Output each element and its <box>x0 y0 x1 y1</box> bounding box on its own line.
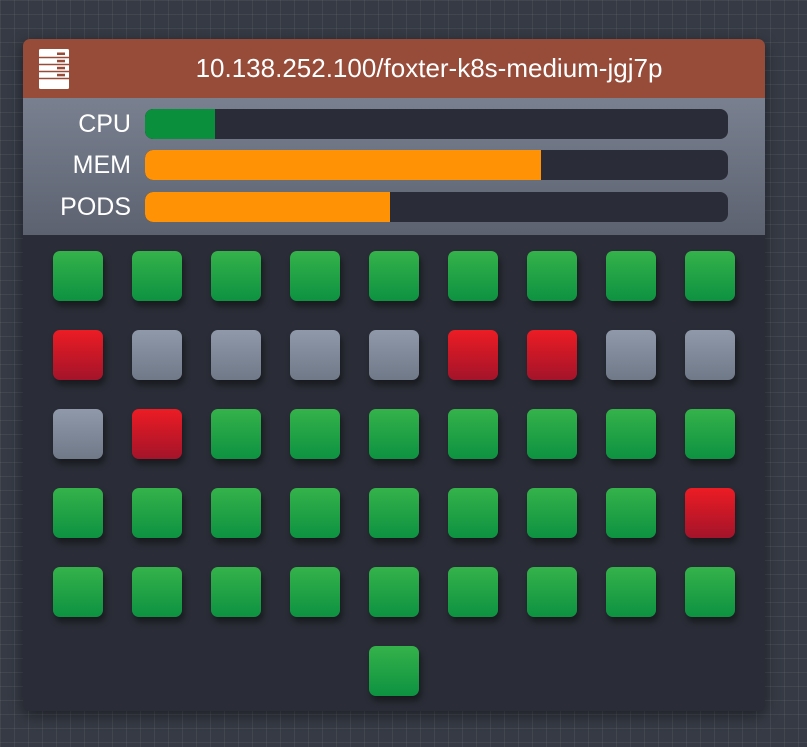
pod-ok[interactable] <box>211 251 261 301</box>
metric-fill-pods <box>145 192 390 222</box>
node-header: 10.138.252.100/foxter-k8s-medium-jgj7p <box>23 39 765 98</box>
pod-ok[interactable] <box>132 567 182 617</box>
pod-ok[interactable] <box>290 488 340 538</box>
pods-grid <box>23 235 765 711</box>
metric-fill-mem <box>145 150 542 180</box>
pod-idle[interactable] <box>53 409 103 459</box>
pod-ok[interactable] <box>53 251 103 301</box>
pod-ok[interactable] <box>290 409 340 459</box>
pod-ok[interactable] <box>606 251 656 301</box>
pod-idle[interactable] <box>369 330 419 380</box>
pod-ok[interactable] <box>53 567 103 617</box>
pod-idle[interactable] <box>132 330 182 380</box>
node-title: 10.138.252.100/foxter-k8s-medium-jgj7p <box>195 53 663 83</box>
pod-ok[interactable] <box>527 251 577 301</box>
pod-idle[interactable] <box>290 330 340 380</box>
metric-row-cpu: CPU <box>23 109 765 139</box>
server-icon <box>39 49 69 89</box>
pod-idle[interactable] <box>685 330 735 380</box>
pod-ok[interactable] <box>606 488 656 538</box>
metric-label-mem: MEM <box>72 151 131 179</box>
pod-ok[interactable] <box>606 409 656 459</box>
pod-ok[interactable] <box>369 646 419 696</box>
pod-ok[interactable] <box>606 567 656 617</box>
node-card[interactable]: 10.138.252.100/foxter-k8s-medium-jgj7p C… <box>23 39 765 711</box>
pod-ok[interactable] <box>448 409 498 459</box>
pod-ok[interactable] <box>290 567 340 617</box>
pod-ok[interactable] <box>369 251 419 301</box>
metric-track-pods <box>145 192 728 222</box>
metric-label-cpu: CPU <box>78 110 131 138</box>
pod-ok[interactable] <box>211 567 261 617</box>
pod-ok[interactable] <box>685 251 735 301</box>
pod-idle[interactable] <box>211 330 261 380</box>
pod-ok[interactable] <box>527 567 577 617</box>
pod-ok[interactable] <box>211 409 261 459</box>
metric-fill-cpu <box>145 109 215 139</box>
metric-row-mem: MEM <box>23 150 765 180</box>
metric-track-cpu <box>145 109 728 139</box>
metric-label-pods: PODS <box>60 193 131 221</box>
pod-ok[interactable] <box>132 251 182 301</box>
pod-ok[interactable] <box>211 488 261 538</box>
pod-error[interactable] <box>132 409 182 459</box>
pod-ok[interactable] <box>369 567 419 617</box>
pod-ok[interactable] <box>685 567 735 617</box>
pod-ok[interactable] <box>290 251 340 301</box>
pod-error[interactable] <box>448 330 498 380</box>
pod-ok[interactable] <box>527 409 577 459</box>
metrics-panel: CPU MEM PODS <box>23 98 765 235</box>
pod-error[interactable] <box>685 488 735 538</box>
pod-error[interactable] <box>527 330 577 380</box>
pod-ok[interactable] <box>448 488 498 538</box>
pod-ok[interactable] <box>448 251 498 301</box>
metric-track-mem <box>145 150 728 180</box>
pod-ok[interactable] <box>53 488 103 538</box>
pod-error[interactable] <box>53 330 103 380</box>
pod-ok[interactable] <box>132 488 182 538</box>
pod-ok[interactable] <box>685 409 735 459</box>
pod-ok[interactable] <box>369 409 419 459</box>
pod-ok[interactable] <box>369 488 419 538</box>
pod-ok[interactable] <box>448 567 498 617</box>
metric-row-pods: PODS <box>23 192 765 222</box>
pod-idle[interactable] <box>606 330 656 380</box>
pod-ok[interactable] <box>527 488 577 538</box>
